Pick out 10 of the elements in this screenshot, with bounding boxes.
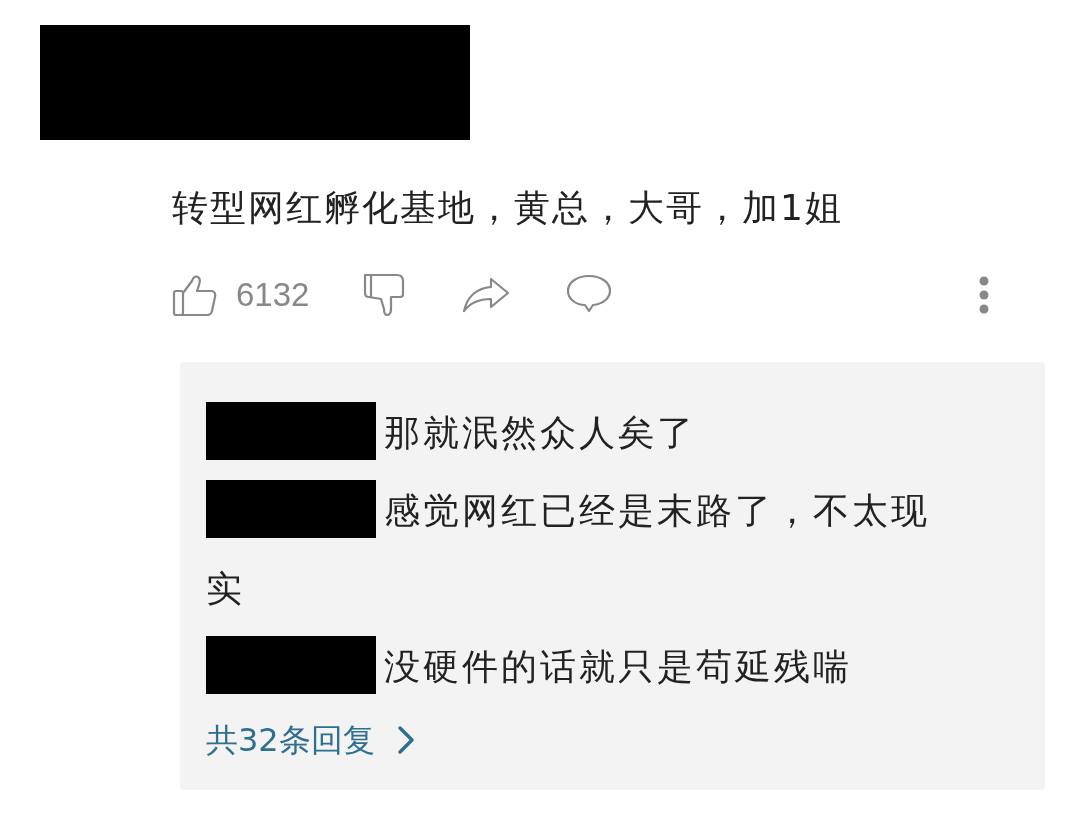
thumbs-up-icon[interactable] xyxy=(172,273,218,317)
reply-text: 感觉网红已经是末路了，不太现实 xyxy=(206,490,930,609)
like-count: 6132 xyxy=(236,276,310,314)
more-replies-link[interactable]: 共32条回复 xyxy=(206,710,415,770)
share-icon[interactable] xyxy=(461,275,512,315)
reply-text: 没硬件的话就只是苟延残喘 xyxy=(384,646,852,687)
reply-text: 那就泯然众人矣了 xyxy=(384,412,696,453)
chevron-right-icon xyxy=(396,725,415,755)
more-icon[interactable] xyxy=(978,275,990,315)
comment-text: 转型网红孵化基地，黄总，大哥，加1姐 xyxy=(172,186,844,230)
